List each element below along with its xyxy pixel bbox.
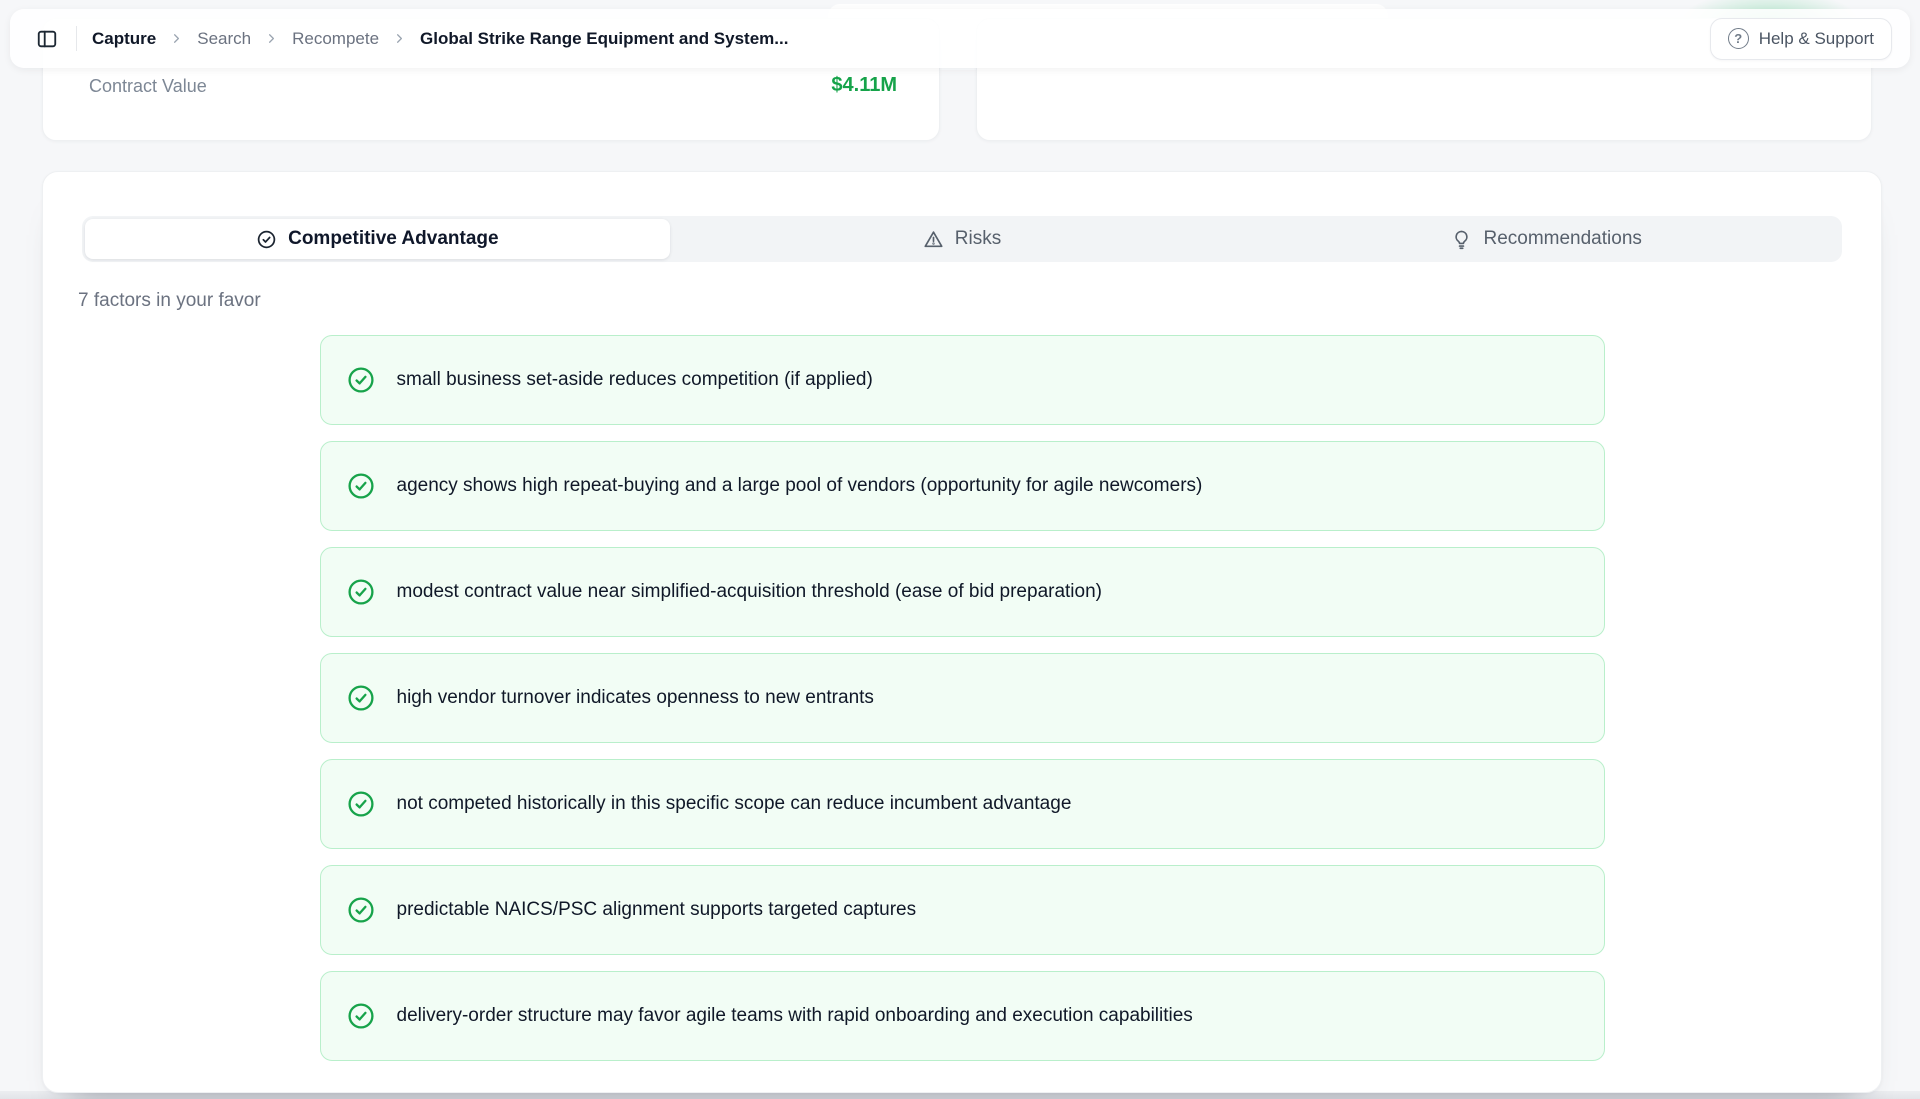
check-circle-icon (347, 790, 375, 818)
tab-recommendations[interactable]: Recommendations (1254, 219, 1839, 259)
chevron-right-icon (169, 31, 184, 46)
factor-text: high vendor turnover indicates openness … (397, 686, 874, 710)
check-circle-icon (347, 366, 375, 394)
factors-count-subtitle: 7 factors in your favor (78, 289, 1881, 312)
check-circle-icon (347, 1002, 375, 1030)
factor-card: delivery-order structure may favor agile… (320, 971, 1605, 1061)
factor-card: high vendor turnover indicates openness … (320, 653, 1605, 743)
factor-card: not competed historically in this specif… (320, 759, 1605, 849)
contract-value-amount: $4.11M (831, 74, 897, 97)
check-circle-icon (347, 578, 375, 606)
factors-list: small business set-aside reduces competi… (320, 335, 1605, 1061)
panel-left-icon (36, 28, 58, 50)
tab-label: Risks (955, 228, 1001, 250)
tab-competitive-advantage[interactable]: Competitive Advantage (85, 219, 670, 259)
tab-label: Recommendations (1483, 228, 1641, 250)
factor-text: not competed historically in this specif… (397, 792, 1072, 816)
factor-text: modest contract value near simplified-ac… (397, 580, 1103, 604)
factor-card: predictable NAICS/PSC alignment supports… (320, 865, 1605, 955)
sidebar-toggle-button[interactable] (28, 20, 66, 58)
chevron-right-icon (392, 31, 407, 46)
factor-card: modest contract value near simplified-ac… (320, 547, 1605, 637)
check-circle-icon (347, 896, 375, 924)
analysis-tab-strip: Competitive Advantage Risks Recommenda (82, 216, 1842, 262)
factor-text: agency shows high repeat-buying and a la… (397, 474, 1203, 498)
tab-risks[interactable]: Risks (670, 219, 1255, 259)
help-support-label: Help & Support (1759, 29, 1874, 49)
factor-text: delivery-order structure may favor agile… (397, 1004, 1193, 1028)
factor-text: small business set-aside reduces competi… (397, 368, 873, 392)
top-bar: Capture Search Recompete Global Strike R… (10, 9, 1910, 68)
breadcrumb-current-page: Global Strike Range Equipment and System… (420, 29, 788, 49)
breadcrumb-item-capture[interactable]: Capture (92, 29, 156, 49)
chevron-right-icon (264, 31, 279, 46)
breadcrumb-item-recompete[interactable]: Recompete (292, 29, 379, 49)
factor-card: agency shows high repeat-buying and a la… (320, 441, 1605, 531)
warning-triangle-icon (923, 229, 944, 250)
breadcrumb-item-search[interactable]: Search (197, 29, 251, 49)
check-circle-icon (347, 684, 375, 712)
topbar-divider (76, 26, 77, 51)
lightbulb-icon (1451, 229, 1472, 250)
check-circle-icon (256, 229, 277, 250)
tab-label: Competitive Advantage (288, 228, 498, 250)
analysis-card: Competitive Advantage Risks Recommenda (42, 171, 1882, 1093)
help-support-button[interactable]: ? Help & Support (1710, 18, 1892, 60)
check-circle-icon (347, 472, 375, 500)
contract-value-label: Contract Value (89, 76, 207, 97)
factor-card: small business set-aside reduces competi… (320, 335, 1605, 425)
factor-text: predictable NAICS/PSC alignment supports… (397, 898, 917, 922)
breadcrumb: Capture Search Recompete Global Strike R… (92, 29, 788, 49)
question-circle-icon: ? (1728, 28, 1749, 49)
